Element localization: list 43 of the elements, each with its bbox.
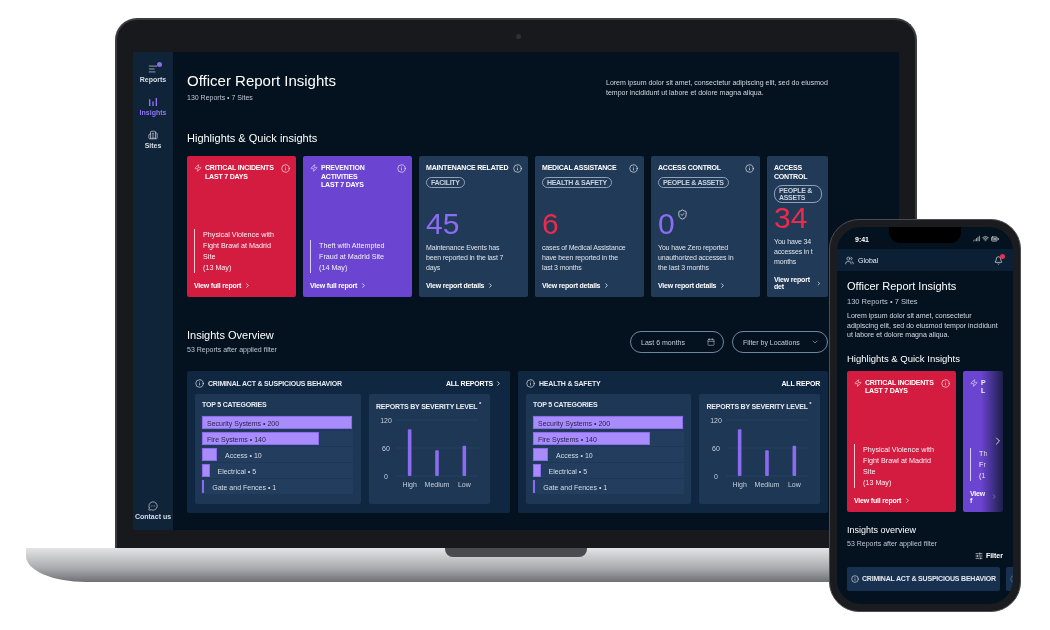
battery-icon xyxy=(991,235,999,243)
bar-chart-icon xyxy=(148,97,158,107)
chevron-icon xyxy=(360,282,368,289)
severity-bar xyxy=(765,450,770,477)
chevron-icon xyxy=(811,338,819,346)
list-icon xyxy=(148,64,158,74)
page-title: Officer Report Insights xyxy=(847,280,958,292)
phone-notch xyxy=(889,227,961,243)
section-title: Insights overview xyxy=(847,524,918,535)
severity-bar xyxy=(407,429,412,477)
sliders-icon xyxy=(974,551,983,560)
chevron-icon xyxy=(603,282,611,289)
bolt-icon xyxy=(854,378,862,387)
chevron-icon xyxy=(904,496,912,504)
bell-icon xyxy=(994,255,1003,265)
metric-value: 34 xyxy=(774,203,808,233)
wifi-icon xyxy=(982,235,989,242)
camera-dot xyxy=(516,34,521,39)
chevron-icon xyxy=(487,282,495,289)
chat-icon xyxy=(148,501,158,511)
severity-bar xyxy=(792,446,797,477)
section-title: Highlights & Quick insights xyxy=(187,132,319,144)
section-title: Insights Overview xyxy=(187,329,275,341)
chevron-icon xyxy=(244,282,252,289)
severity-bar xyxy=(738,429,742,477)
section-title: Highlights & Quick Insights xyxy=(847,352,961,364)
bolt-icon xyxy=(970,378,978,387)
severity-bar xyxy=(435,450,439,477)
chevron-icon xyxy=(816,279,822,287)
metric-value: 0 xyxy=(658,209,675,239)
page-title: Officer Report Insights xyxy=(187,72,336,89)
building-icon xyxy=(148,130,158,140)
notifications-button[interactable] xyxy=(994,255,1003,265)
chevron-icon xyxy=(719,282,727,289)
calendar-icon xyxy=(707,338,715,346)
bolt-icon xyxy=(194,164,202,172)
severity-bar xyxy=(462,446,467,477)
chevron-icon xyxy=(990,493,997,500)
bolt-icon xyxy=(310,164,318,172)
metric-value: 45 xyxy=(426,209,460,239)
metric-value: 6 xyxy=(542,209,559,239)
people-icon xyxy=(845,255,854,265)
signal-icon xyxy=(973,235,980,242)
